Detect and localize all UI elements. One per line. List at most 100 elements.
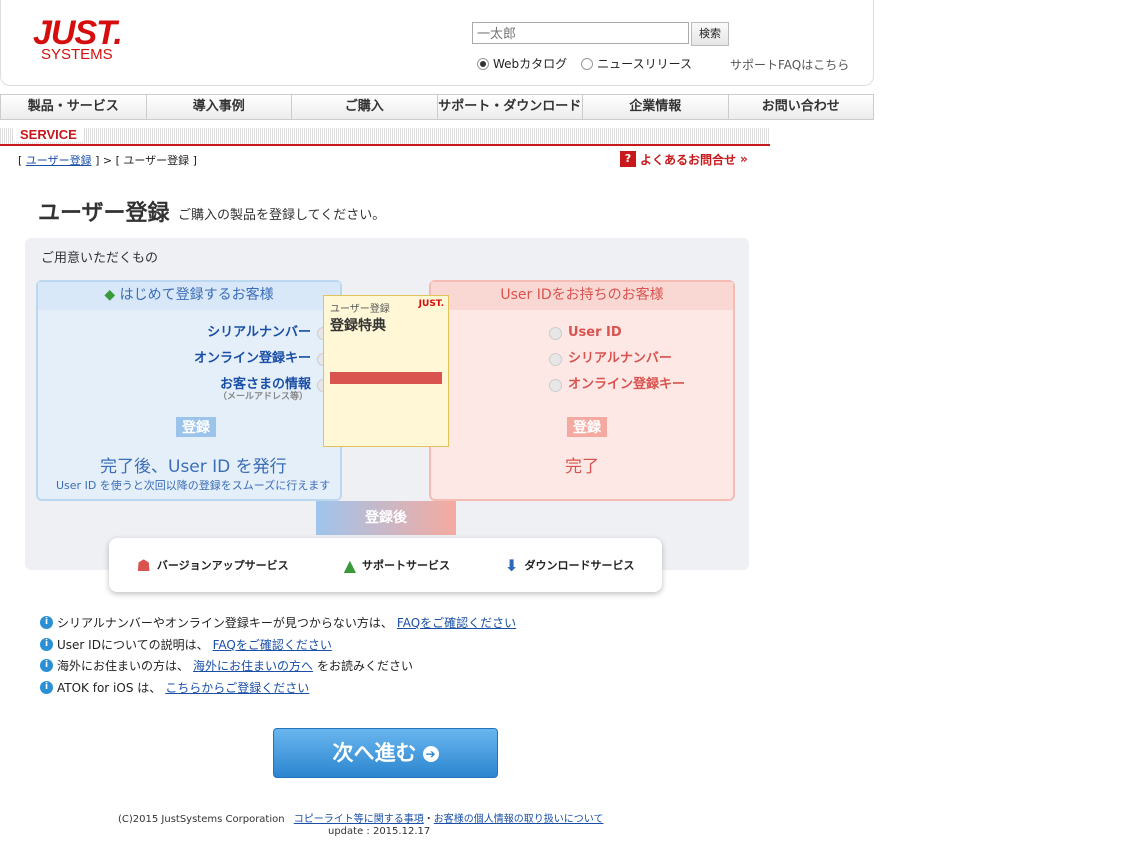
services-strip: ☗ バージョンアップサービス ▲ サポートサービス ⬇ ダウンロードサービス bbox=[109, 538, 662, 592]
nav-purchase[interactable]: ご購入 bbox=[292, 94, 438, 120]
search-input[interactable] bbox=[472, 22, 689, 44]
privacy-link[interactable]: お客様の個人情報の取り扱いについて bbox=[434, 814, 604, 825]
service-label: ダウンロードサービス bbox=[524, 559, 635, 572]
service-download: ⬇ ダウンロードサービス bbox=[505, 556, 634, 575]
page-title: ユーザー登録 bbox=[38, 201, 170, 226]
breadcrumb-open: [ bbox=[18, 154, 23, 167]
breadcrumb-link[interactable]: ユーザー登録 bbox=[26, 154, 92, 167]
benefit-stripe bbox=[330, 372, 442, 384]
right-register-label: 登録 bbox=[567, 417, 607, 437]
nav-support[interactable]: サポート・ダウンロード bbox=[437, 94, 583, 120]
info-line: i シリアルナンバーやオンライン登録キーが見つからない方は、 FAQをご確認くだ… bbox=[40, 614, 516, 631]
breadcrumb: [ ユーザー登録 ] > [ ユーザー登録 ] bbox=[18, 152, 197, 168]
info-text: 海外にお住まいの方は、 bbox=[57, 659, 190, 673]
benefit-card-image: ユーザー登録 登録特典 JUST. bbox=[323, 295, 449, 447]
after-registration-bar: 登録後 bbox=[316, 501, 456, 535]
download-icon: ⬇ bbox=[505, 555, 519, 575]
item-note: （メールアドレス等） bbox=[217, 392, 308, 402]
info-link[interactable]: こちらからご登録ください bbox=[165, 679, 309, 696]
registration-diagram: ご用意いただくもの ◆ はじめて登録するお客様 シリアルナンバー オンライン登録… bbox=[25, 238, 749, 570]
faq-qa-button[interactable]: ? よくあるお問合せ » bbox=[620, 150, 748, 168]
breadcrumb-current: [ ユーザー登録 ] bbox=[115, 154, 197, 167]
global-nav: 製品・サービス 導入事例 ご購入 サポート・ダウンロード 企業情報 お問い合わせ bbox=[0, 94, 874, 120]
info-after: をお読みください bbox=[317, 659, 414, 673]
left-register-label: 登録 bbox=[176, 417, 216, 437]
service-label: SERVICE bbox=[14, 127, 83, 142]
item-label: オンライン登録キー bbox=[568, 377, 686, 392]
first-time-card: ◆ はじめて登録するお客様 シリアルナンバー オンライン登録キー お客さまの情報… bbox=[36, 280, 342, 501]
circle-icon bbox=[549, 326, 562, 340]
radio-unselected-icon bbox=[581, 57, 594, 70]
breadcrumb-sep: ] > bbox=[95, 154, 113, 167]
nav-products[interactable]: 製品・サービス bbox=[0, 94, 147, 120]
page-subtitle: ご購入の製品を登録してください。 bbox=[178, 208, 386, 223]
info-line: i 海外にお住まいの方は、 海外にお住まいの方へ をお読みください bbox=[40, 657, 413, 674]
faq-qa-label: よくあるお問合せ bbox=[640, 152, 737, 167]
nav-company[interactable]: 企業情報 bbox=[583, 94, 729, 120]
radio-selected-icon bbox=[477, 57, 489, 70]
update-date: update : 2015.12.17 bbox=[328, 826, 431, 837]
logo-main: JUST. bbox=[33, 14, 123, 52]
service-label: サポートサービス bbox=[362, 559, 450, 572]
copyright-link[interactable]: コピーライト等に関する事項 bbox=[294, 814, 424, 825]
copyright: (C)2015 JustSystems Corporation bbox=[118, 814, 285, 825]
left-done-text: 完了後、User ID を発行 bbox=[100, 457, 287, 477]
item-label: シリアルナンバー bbox=[568, 351, 672, 366]
header: JUST. SYSTEMS 検索 Webカタログ ニュースリリース サポートFA… bbox=[0, 0, 874, 86]
search-button[interactable]: 検索 bbox=[691, 22, 729, 46]
service-divider bbox=[0, 144, 770, 146]
info-link[interactable]: FAQをご確認ください bbox=[397, 614, 516, 631]
radio-news-label: ニュースリリース bbox=[597, 57, 692, 71]
info-icon: i bbox=[40, 681, 53, 694]
existing-user-items: User ID シリアルナンバー オンライン登録キー bbox=[549, 320, 685, 398]
radio-news-release[interactable]: ニュースリリース bbox=[581, 55, 692, 72]
list-item: シリアルナンバー bbox=[549, 346, 685, 372]
nav-cases[interactable]: 導入事例 bbox=[146, 94, 292, 120]
item-label: オンライン登録キー bbox=[193, 351, 311, 366]
info-icon: i bbox=[40, 659, 53, 672]
logo-sub: SYSTEMS bbox=[41, 46, 113, 63]
item-label: User ID bbox=[568, 325, 622, 340]
info-icon: i bbox=[40, 616, 53, 629]
question-icon: ? bbox=[620, 151, 636, 167]
existing-user-heading: User IDをお持ちのお客様 bbox=[431, 282, 733, 310]
info-link[interactable]: 海外にお住まいの方へ bbox=[193, 657, 313, 674]
radio-web-catalog[interactable]: Webカタログ bbox=[477, 55, 567, 72]
next-button[interactable]: 次へ進む ➔ bbox=[273, 728, 498, 778]
info-line: i User IDについての説明は、 FAQをご確認ください bbox=[40, 636, 332, 653]
right-done-text: 完了 bbox=[565, 457, 599, 477]
service-version-up: ☗ バージョンアップサービス bbox=[137, 556, 289, 575]
first-time-heading: ◆ はじめて登録するお客様 bbox=[38, 282, 340, 310]
service-bar: SERVICE bbox=[0, 127, 770, 144]
nav-contact[interactable]: お問い合わせ bbox=[728, 94, 874, 120]
chevron-right-icon: » bbox=[740, 152, 748, 166]
support-faq-link[interactable]: サポートFAQはこちら bbox=[730, 56, 849, 73]
list-item: User ID bbox=[549, 320, 685, 346]
arrow-right-icon: ➔ bbox=[422, 746, 439, 762]
info-icon: i bbox=[40, 638, 53, 651]
info-text: User IDについての説明は、 bbox=[57, 638, 209, 652]
info-link[interactable]: FAQをご確認ください bbox=[213, 636, 332, 653]
beginner-leaf-icon: ◆ bbox=[104, 287, 116, 303]
service-label: バージョンアップサービス bbox=[156, 559, 289, 572]
next-button-label: 次へ進む bbox=[332, 741, 417, 765]
service-support: ▲ サポートサービス bbox=[344, 556, 450, 575]
first-time-items: シリアルナンバー オンライン登録キー お客さまの情報 （メールアドレス等） bbox=[194, 320, 330, 402]
radio-web-label: Webカタログ bbox=[493, 57, 568, 71]
list-item: オンライン登録キー bbox=[194, 346, 330, 372]
list-item: シリアルナンバー bbox=[194, 320, 330, 346]
benefit-title: 登録特典 bbox=[330, 318, 386, 334]
info-text: ATOK for iOS は、 bbox=[57, 681, 162, 695]
first-time-heading-text: はじめて登録するお客様 bbox=[119, 287, 274, 303]
info-line: i ATOK for iOS は、 こちらからご登録ください bbox=[40, 679, 309, 696]
prep-title: ご用意いただくもの bbox=[41, 251, 159, 266]
circle-icon bbox=[549, 378, 562, 392]
circle-icon bbox=[549, 352, 562, 366]
gift-icon: ☗ bbox=[136, 555, 151, 575]
justsystems-logo[interactable]: JUST. SYSTEMS bbox=[33, 14, 123, 63]
list-item: オンライン登録キー bbox=[549, 372, 685, 398]
footer: (C)2015 JustSystems Corporation コピーライト等に… bbox=[118, 810, 603, 825]
support-icon: ▲ bbox=[343, 555, 356, 575]
footer-sep: ・ bbox=[423, 814, 434, 825]
item-label: シリアルナンバー bbox=[207, 325, 311, 340]
